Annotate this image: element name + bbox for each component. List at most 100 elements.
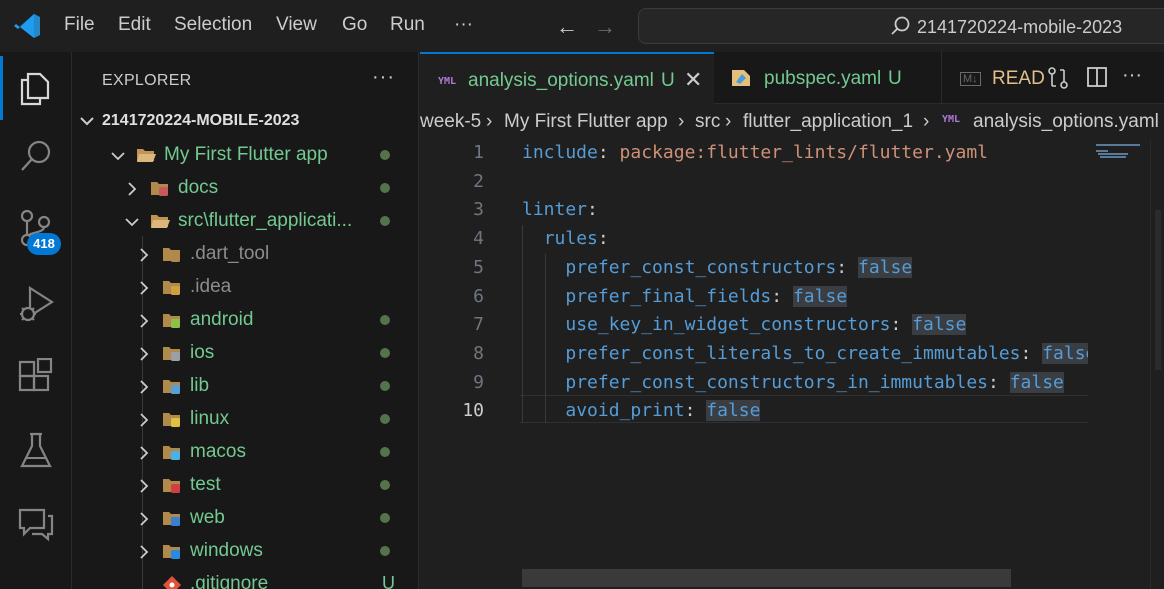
folder-icon — [163, 347, 180, 361]
chevron-right-icon — [140, 380, 149, 394]
folder-row[interactable]: lib — [72, 370, 418, 403]
folder-row[interactable]: windows — [72, 535, 418, 568]
tab-git-status: U — [661, 70, 675, 91]
git-status-dot — [380, 348, 390, 358]
breadcrumb-item[interactable]: My First Flutter app — [504, 111, 668, 133]
vscode-logo-icon[interactable] — [12, 12, 42, 40]
git-status-dot — [380, 315, 390, 325]
folder-icon — [151, 215, 170, 228]
code-token: : — [771, 285, 793, 307]
folder-row[interactable]: linux — [72, 403, 418, 436]
tree-item-label: linux — [190, 408, 230, 429]
back-arrow-icon[interactable]: ← — [556, 14, 578, 40]
folder-row[interactable]: src\flutter_applicati... — [72, 205, 418, 238]
breadcrumb-item[interactable]: flutter_application_1 — [743, 111, 913, 133]
folder-row[interactable]: .dart_tool — [72, 238, 418, 271]
explorer-more-actions-button[interactable]: ··· — [372, 66, 395, 89]
tree-item-label: .idea — [190, 276, 232, 297]
code-token: false — [706, 400, 761, 422]
tree-item-label: .gitignore — [190, 573, 269, 589]
search-icon — [891, 16, 910, 35]
indent-guide — [545, 254, 546, 423]
testing-view-button[interactable] — [0, 418, 72, 482]
folder-icon — [163, 545, 180, 559]
title-bar: File Edit Selection View Go Run ··· ← → 21417… — [0, 0, 1164, 52]
folder-row[interactable]: .idea — [72, 271, 418, 304]
git-file-icon — [163, 576, 181, 589]
breadcrumb: week-5 › My First Flutter app › src › fl… — [420, 104, 1164, 140]
menu-selection[interactable]: Selection — [174, 14, 252, 36]
chevron-down-icon — [111, 152, 125, 161]
tree-item-label: macos — [190, 441, 246, 462]
folder-row[interactable]: android — [72, 304, 418, 337]
git-status-dot — [380, 447, 390, 457]
code-token: : — [890, 314, 913, 336]
folder-icon — [137, 149, 156, 162]
chevron-right-icon — [140, 479, 149, 493]
code-token: false — [792, 285, 848, 307]
code-token: package:flutter_lints/flutter.yaml — [619, 142, 989, 163]
extensions-view-button[interactable] — [0, 344, 72, 408]
code-token: use_key_in_widget_constructors — [565, 314, 891, 336]
folder-row[interactable]: test — [72, 469, 418, 502]
folder-icon — [163, 314, 180, 328]
tab-analysis-options[interactable]: YML analysis_options.yaml U ✕ — [420, 52, 714, 104]
scrollbar-thumb[interactable] — [1155, 210, 1161, 370]
code-token: false — [1009, 371, 1064, 393]
tab-pubspec[interactable]: pubspec.yaml U — [714, 52, 942, 104]
explorer-view-button[interactable] — [0, 56, 72, 120]
minimap-line — [1096, 144, 1140, 146]
breadcrumb-item[interactable]: week-5 — [420, 111, 481, 133]
extensions-icon — [18, 358, 53, 392]
git-status-dot — [380, 183, 390, 193]
folder-row[interactable]: macos — [72, 436, 418, 469]
editor-more-actions-button[interactable]: ··· — [1122, 64, 1142, 87]
breadcrumb-item[interactable]: src — [695, 111, 720, 133]
code-line: prefer_const_constructors_in_immutables:… — [522, 371, 1064, 393]
menu-run[interactable]: Run — [390, 14, 425, 36]
breadcrumb-separator: › — [725, 111, 732, 132]
minimap[interactable] — [1088, 140, 1150, 589]
more-menu-button[interactable]: ··· — [454, 14, 473, 36]
command-center-search[interactable]: 2141720224-mobile-2023 — [638, 8, 1164, 44]
tree-item-label: web — [190, 507, 225, 528]
forward-arrow-icon[interactable]: → — [594, 14, 616, 40]
folder-icon — [163, 512, 180, 526]
horizontal-scrollbar[interactable] — [522, 569, 1011, 587]
menu-edit[interactable]: Edit — [118, 14, 151, 36]
workspace-root-folder[interactable]: 2141720224-MOBILE-2023 — [72, 108, 418, 136]
code-editor[interactable]: 1 include: package:flutter_lints/flutter.… — [420, 140, 1088, 589]
close-icon[interactable]: ✕ — [684, 67, 702, 93]
folder-row[interactable]: docs — [72, 172, 418, 205]
folder-row[interactable]: My First Flutter app — [72, 139, 418, 172]
folder-row[interactable]: ios — [72, 337, 418, 370]
search-view-button[interactable] — [0, 124, 72, 188]
file-row[interactable]: .gitignore U — [72, 568, 418, 589]
breadcrumb-separator: › — [923, 111, 930, 132]
tab-readme[interactable]: M↓ READ — [942, 52, 1045, 104]
menu-file[interactable]: File — [64, 14, 95, 36]
menu-go[interactable]: Go — [342, 14, 367, 36]
code-token: : — [1020, 342, 1043, 364]
code-token: prefer_final_fields — [565, 285, 772, 307]
chat-view-button[interactable] — [0, 490, 72, 554]
code-line: avoid_print: false — [522, 400, 761, 422]
menu-view[interactable]: View — [276, 14, 317, 36]
breadcrumb-item[interactable]: analysis_options.yaml — [973, 111, 1159, 133]
tab-label: analysis_options.yaml — [468, 70, 654, 91]
line-number: 10 — [462, 400, 484, 422]
line-number: 5 — [473, 256, 484, 278]
git-status-untracked: U — [382, 573, 395, 589]
git-status-dot — [380, 480, 390, 490]
folder-row[interactable]: web — [72, 502, 418, 535]
code-token: prefer_const_constructors_in_immutables — [565, 371, 988, 393]
minimap-line — [1100, 156, 1126, 158]
open-changes-icon[interactable] — [1046, 66, 1070, 90]
code-token: include — [522, 142, 598, 163]
testing-icon — [20, 432, 52, 468]
vertical-scrollbar[interactable] — [1150, 140, 1164, 589]
explorer-title: EXPLORER — [102, 72, 192, 89]
run-debug-view-button[interactable] — [0, 270, 72, 334]
split-editor-icon[interactable] — [1086, 66, 1108, 88]
